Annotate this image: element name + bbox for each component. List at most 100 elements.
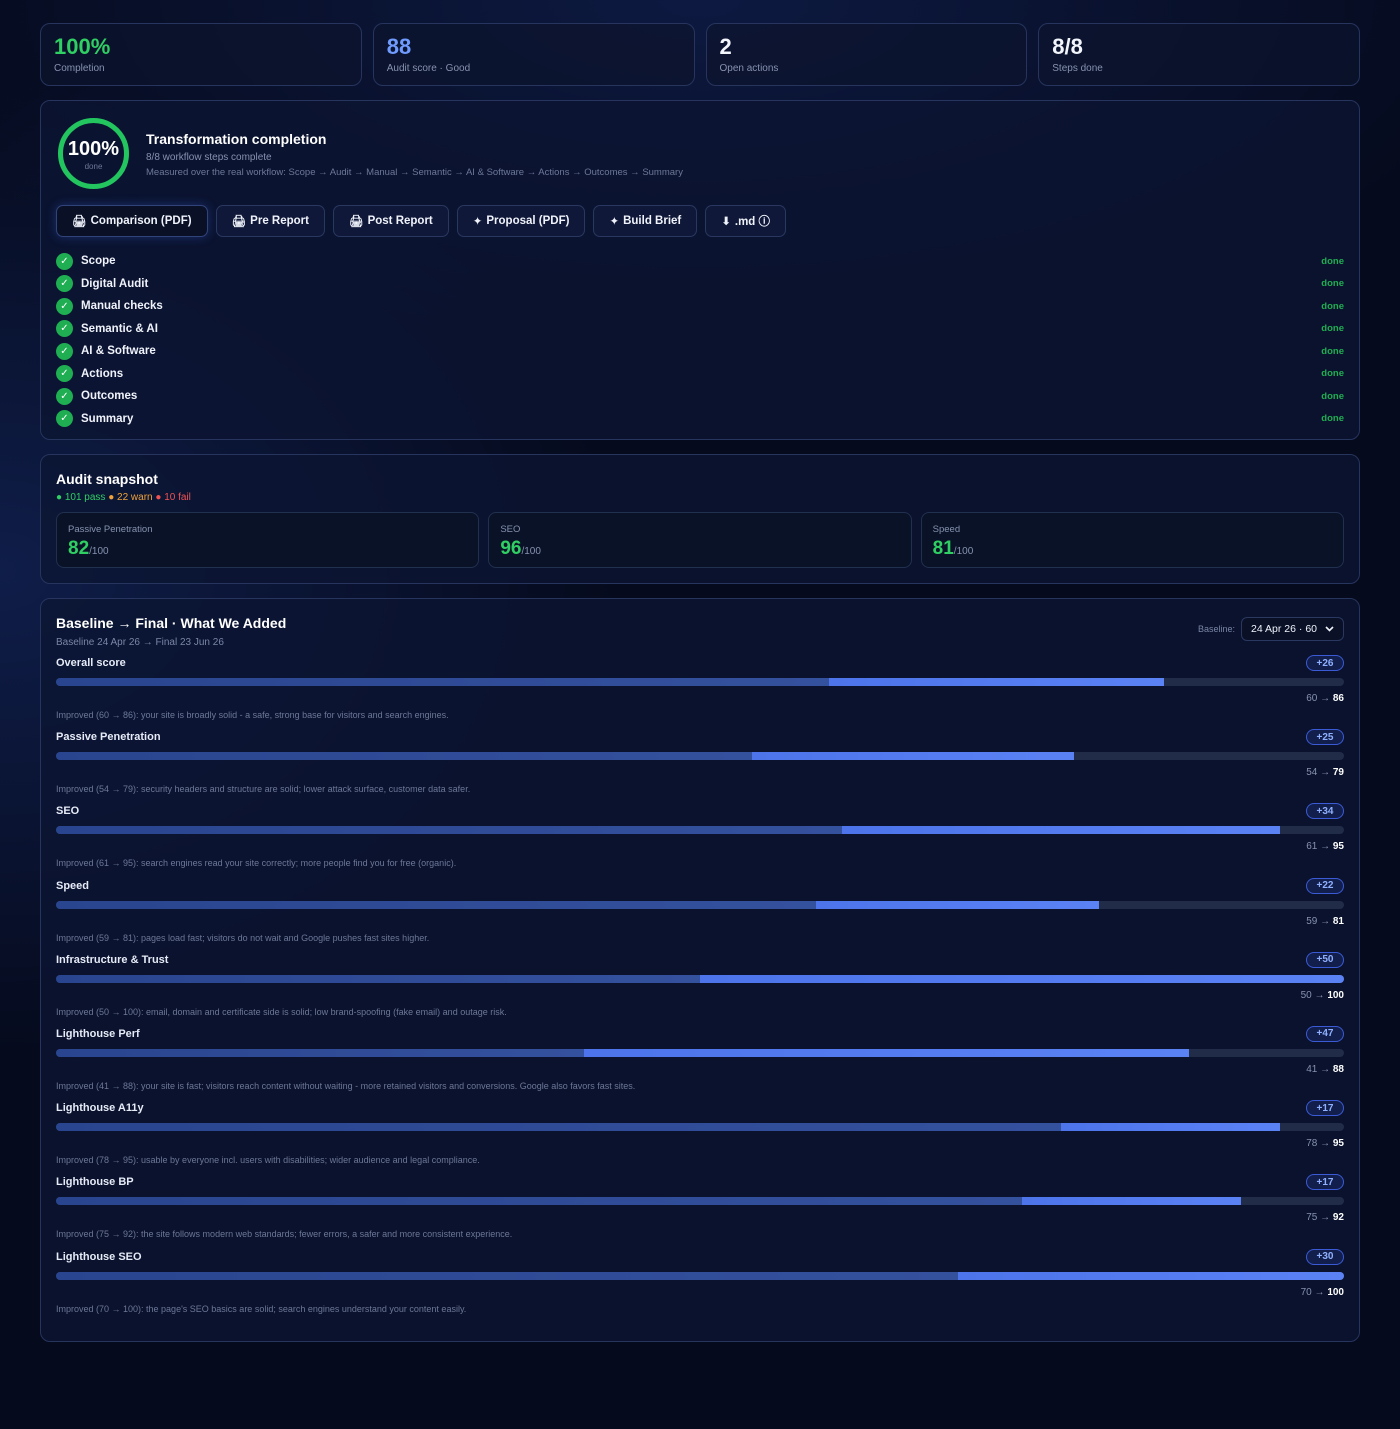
check-icon: ✓ (56, 387, 73, 405)
stat-card-audit-score: 88 Audit score · Good (372, 23, 695, 86)
audit-legend: ● 101 pass ● 22 warn ● 10 fail (56, 492, 1344, 503)
stat-label: Open actions (719, 63, 779, 74)
step-status: done (1321, 300, 1344, 312)
check-icon: ✓ (56, 275, 73, 293)
score-value: 81/100 (933, 538, 1332, 560)
range-to: 95 (1332, 841, 1344, 853)
metric-description: Improved (54 → 79): security headers and… (56, 784, 471, 795)
stat-value: 2 (719, 34, 732, 59)
build-brief-button[interactable]: ✦ Build Brief (593, 205, 698, 237)
comparison-pdf-button[interactable]: 🖨 Comparison (PDF) (56, 205, 208, 237)
range-to: 81 (1332, 915, 1344, 927)
section-title: Baseline → Final · What We Added (56, 615, 287, 631)
chevron-down-icon (1325, 626, 1334, 632)
sparkle-icon: ✦ (609, 216, 620, 228)
audit-snapshot-card: Audit snapshot ● 101 pass ● 22 warn ● 10… (40, 454, 1360, 584)
progress-track (56, 974, 1344, 983)
printer-icon: 🖨 (72, 216, 87, 228)
check-icon: ✓ (56, 252, 73, 270)
audit-scores: Passive Penetration 82/100 SEO 96/100 Sp… (56, 512, 1344, 568)
transformation-header: Transformation completion 8/8 workflow s… (146, 131, 683, 178)
step-name: AI & Software (81, 345, 156, 358)
range-from: 54 → (1306, 767, 1333, 779)
score-number: 81 (932, 538, 954, 559)
step-status: done (1321, 413, 1344, 425)
score-card-speed: Speed 81/100 (920, 512, 1344, 568)
score-label: Passive Penetration (68, 524, 153, 535)
delta-badge: +50 (1306, 951, 1344, 968)
metric-row: Overall score +26 60 → 86 Improved (60 → 86… (56, 655, 1344, 729)
button-label: Proposal (PDF) (486, 215, 570, 227)
baseline-select[interactable]: 24 Apr 26 · 60 (1241, 617, 1344, 641)
step-name: Manual checks (81, 300, 163, 313)
score-number: 82 (68, 538, 90, 559)
baseline-bar (56, 752, 752, 761)
score-max: /100 (89, 546, 109, 557)
score-max: /100 (521, 546, 541, 557)
metric-name: Lighthouse Perf (56, 1027, 140, 1040)
metric-description: Improved (59 → 81): pages load fast; vis… (56, 932, 430, 943)
step-item: ✓ Summary done (56, 408, 1344, 431)
step-status: done (1321, 323, 1344, 335)
stat-card-completion: 100% Completion (40, 23, 362, 86)
score-range: 61 → 95 (1306, 841, 1344, 852)
metric-description: Improved (78 → 95): usable by everyone i… (56, 1155, 480, 1166)
delta-badge: +26 (1306, 655, 1344, 671)
range-from: 41 → (1306, 1063, 1333, 1075)
section-subtitle: Baseline 24 Apr 26 → Final 23 Jun 26 (56, 637, 224, 648)
score-value: 96/100 (500, 538, 899, 560)
step-item: ✓ AI & Software done (56, 340, 1344, 363)
metric-description: Improved (75 → 92): the site follows mod… (56, 1229, 513, 1240)
metric-name: Lighthouse A11y (56, 1102, 144, 1115)
progress-track (56, 1197, 1344, 1206)
fail-count: ● 10 fail (155, 492, 191, 503)
baseline-bar (56, 900, 816, 909)
stat-card-open-actions: 2 Open actions (705, 23, 1028, 86)
metric-description: Improved (61 → 95): search engines read … (56, 858, 457, 869)
baseline-bar (56, 1048, 585, 1057)
delta-badge: +34 (1306, 803, 1344, 820)
score-range: 41 → 88 (1306, 1064, 1344, 1075)
pre-report-button[interactable]: 🖨 Pre Report (215, 205, 325, 237)
button-label: Build Brief (623, 215, 682, 227)
delta-badge: +47 (1306, 1025, 1344, 1042)
metric-name: Lighthouse BP (56, 1176, 134, 1189)
step-status: done (1321, 255, 1344, 267)
section-title: Audit snapshot (56, 471, 158, 487)
score-range: 54 → 79 (1306, 767, 1344, 778)
delta-badge: +22 (1306, 877, 1344, 894)
baseline-bar (56, 1197, 1022, 1206)
score-range: 75 → 92 (1306, 1212, 1344, 1223)
step-name: Scope (81, 255, 116, 268)
baseline-bar (56, 826, 842, 835)
score-number: 96 (500, 538, 522, 559)
download-md-button[interactable]: ⬇ .md ⓘ (705, 205, 787, 237)
metric-name: SEO (56, 805, 80, 818)
ring-value: 100% (67, 138, 120, 160)
post-report-button[interactable]: 🖨 Post Report (332, 205, 449, 237)
completion-ring: 100% done (56, 116, 131, 191)
range-to: 92 (1332, 1212, 1344, 1224)
stat-label: Audit score · Good (386, 63, 471, 74)
button-label: Comparison (PDF) (90, 215, 192, 227)
metric-description: Improved (70 → 100): the page's SEO basi… (56, 1303, 467, 1314)
pass-count: ● 101 pass (56, 492, 106, 503)
gain-bar (751, 752, 1074, 761)
workflow-steps: ✓ Scope done ✓ Digital Audit done ✓ Manual ch… (56, 250, 1344, 430)
stat-label: Steps done (1052, 63, 1103, 74)
baseline-final-card: Baseline → Final · What We Added Baselin… (40, 598, 1360, 1342)
stat-value: 100% (54, 34, 111, 59)
metric-row: Passive Penetration +25 54 → 79 Improved (5… (56, 729, 1344, 803)
check-icon: ✓ (56, 320, 73, 338)
metric-row: Lighthouse SEO +30 70 → 100 Improved (70 → … (56, 1248, 1344, 1323)
delta-badge: +17 (1306, 1100, 1344, 1117)
score-max: /100 (953, 546, 974, 557)
gain-bar (1022, 1197, 1241, 1206)
transformation-card: 100% done Transformation completion 8/8 … (40, 100, 1360, 440)
range-to: 100 (1327, 989, 1344, 1001)
metric-name: Infrastructure & Trust (56, 953, 169, 966)
metric-row: Infrastructure & Trust +50 50 → 100 Improve… (56, 951, 1344, 1026)
proposal-pdf-button[interactable]: ✦ Proposal (PDF) (456, 205, 586, 237)
range-from: 60 → (1306, 693, 1333, 704)
sparkle-icon: ✦ (472, 216, 483, 228)
